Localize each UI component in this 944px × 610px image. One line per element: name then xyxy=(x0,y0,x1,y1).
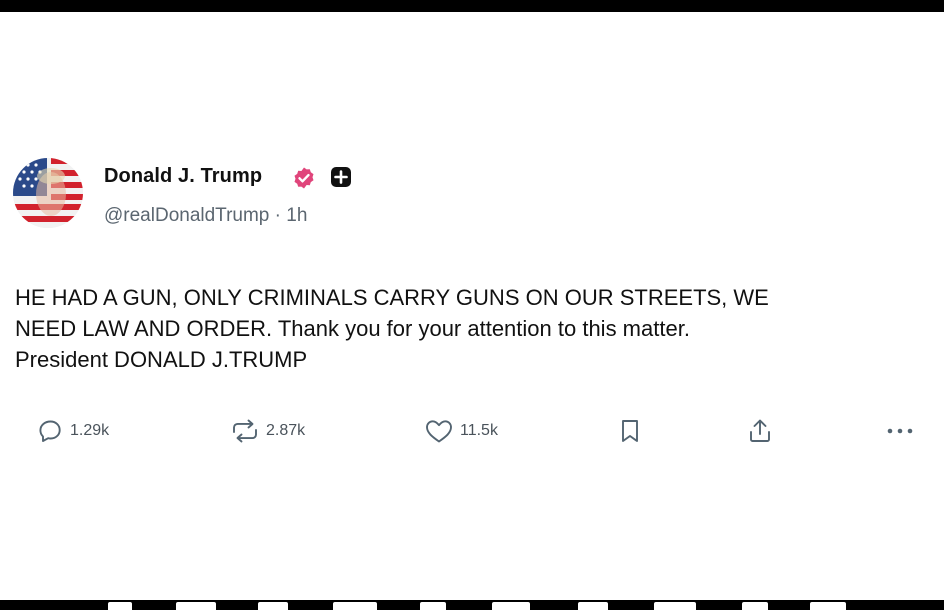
top-black-bar xyxy=(0,0,944,12)
share-icon xyxy=(750,419,770,442)
more-icon xyxy=(887,428,913,434)
separator-dot: · xyxy=(274,205,281,226)
cropped-caption-glyph xyxy=(420,602,446,610)
post-text: HE HAD A GUN, ONLY CRIMINALS CARRY GUNS … xyxy=(15,282,930,375)
avatar[interactable] xyxy=(13,158,83,228)
cropped-caption-glyph xyxy=(810,602,846,610)
post-text-line: HE HAD A GUN, ONLY CRIMINALS CARRY GUNS … xyxy=(15,285,769,310)
like-button[interactable]: 11.5k xyxy=(424,416,498,446)
bottom-black-bar xyxy=(0,600,944,610)
avatar-flag-face-icon xyxy=(13,158,83,228)
share-button[interactable] xyxy=(746,416,774,446)
repost-count: 2.87k xyxy=(266,422,306,439)
cropped-caption-glyph xyxy=(654,602,696,610)
bookmark-icon xyxy=(622,420,638,442)
reply-button[interactable]: 1.29k xyxy=(38,416,109,446)
cropped-caption-glyph xyxy=(578,602,608,610)
author-handle-line: @realDonaldTrump · 1h xyxy=(104,205,307,227)
cropped-caption-glyph xyxy=(333,602,377,610)
repost-button[interactable]: 2.87k xyxy=(230,416,305,446)
timestamp[interactable]: 1h xyxy=(286,205,307,226)
like-icon xyxy=(426,420,452,443)
more-options-button[interactable] xyxy=(884,416,916,446)
like-count: 11.5k xyxy=(460,422,498,439)
cropped-caption-glyph xyxy=(108,602,132,610)
cropped-caption-glyph xyxy=(492,602,530,610)
post-text-line: NEED LAW AND ORDER. Thank you for your a… xyxy=(15,316,690,341)
post-text-line: President DONALD J.TRUMP xyxy=(15,347,308,372)
verified-badge-icon xyxy=(294,167,314,189)
cropped-caption-glyph xyxy=(176,602,216,610)
cropped-caption-glyph xyxy=(258,602,288,610)
cropped-caption-glyph xyxy=(742,602,768,610)
repost-icon xyxy=(233,419,257,443)
reply-count: 1.29k xyxy=(70,422,110,439)
author-handle[interactable]: @realDonaldTrump xyxy=(104,205,269,226)
author-display-name[interactable]: Donald J. Trump xyxy=(104,165,262,188)
reply-icon xyxy=(39,420,61,442)
bookmark-button[interactable] xyxy=(619,416,641,446)
affiliate-badge-icon xyxy=(331,167,351,187)
